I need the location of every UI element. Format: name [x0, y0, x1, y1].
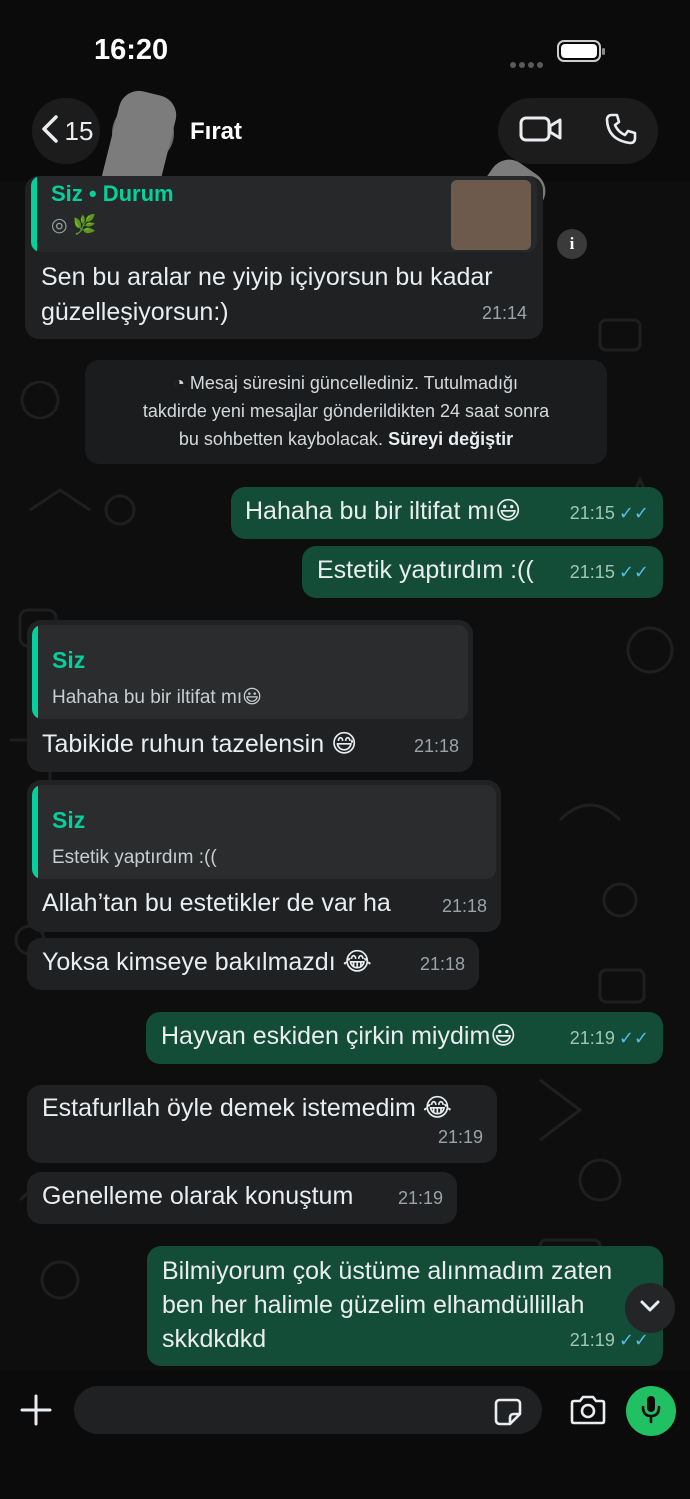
- read-receipt-icon: ✓✓: [618, 1028, 649, 1048]
- message-text: Hayvan eskiden çirkin miydim😃: [161, 1022, 517, 1050]
- message-time: 21:19: [397, 1188, 443, 1208]
- back-button[interactable]: 15: [32, 98, 100, 164]
- microphone-button[interactable]: [626, 1386, 676, 1436]
- quoted-text: Estetik yaptırdım :((: [52, 847, 217, 868]
- message-bubble[interactable]: Bilmiyorum çok üstüme alınmadım zaten be…: [147, 1246, 663, 1366]
- status-thumbnail: [451, 180, 531, 250]
- message-time: 21:18: [441, 896, 487, 916]
- message-time: 21:15 ✓✓: [570, 555, 649, 590]
- quoted-sender: Siz: [52, 647, 86, 673]
- message-text: Yoksa kimseye bakılmazdı 😂: [42, 948, 372, 976]
- status-time: 16:20: [94, 34, 169, 66]
- message-bubble[interactable]: Estetik yaptırdım :(( 21:15 ✓✓: [302, 546, 663, 598]
- message-text: Estafurllah öyle demek istemedim 😂: [42, 1094, 452, 1122]
- message-time: 21:19 ✓✓: [570, 1021, 649, 1056]
- message-text: Estetik yaptırdım :((: [317, 556, 534, 584]
- message-bubble[interactable]: Siz Estetik yaptırdım :(( Allah’tan bu e…: [27, 780, 501, 932]
- signal-icon: [510, 55, 546, 73]
- contact-name[interactable]: Fırat: [190, 118, 242, 146]
- disappearing-messages-notice: ◔ Mesaj süresini güncellediniz. Tutulmad…: [85, 360, 607, 464]
- video-camera-icon[interactable]: [519, 114, 563, 149]
- read-receipt-icon: ✓✓: [618, 503, 649, 523]
- quoted-text: Hahaha bu bir iltifat mı😃: [52, 687, 262, 708]
- chevron-down-icon: [639, 1299, 661, 1318]
- unread-count: 15: [64, 115, 94, 146]
- message-time: 21:18: [419, 954, 465, 974]
- message-text: Bilmiyorum çok üstüme alınmadım zaten: [162, 1257, 613, 1285]
- timer-icon: ◔: [173, 373, 190, 393]
- message-time: 21:19: [437, 1127, 483, 1147]
- message-time: 21:14: [481, 303, 527, 323]
- message-text: Genelleme olarak konuştum: [42, 1182, 354, 1210]
- quoted-status-emojis: ◎ 🌿: [51, 215, 97, 236]
- sticker-icon[interactable]: [492, 1396, 524, 1433]
- microphone-icon: [640, 1394, 662, 1429]
- message-text: ben her halimle güzelim elhamdüllillah: [162, 1291, 585, 1319]
- composer-bar: [0, 1370, 690, 1499]
- message-text: Tabikide ruhun tazelensin 😅: [42, 730, 358, 758]
- message-bubble[interactable]: Genelleme olarak konuştum 21:19: [27, 1172, 457, 1224]
- message-bubble[interactable]: Estafurllah öyle demek istemedim 😂 21:19: [27, 1085, 497, 1163]
- quoted-message[interactable]: Siz Estetik yaptırdım :((: [32, 785, 496, 879]
- scroll-to-bottom-button[interactable]: [625, 1283, 675, 1333]
- message-text: güzelleşiyorsun:): [41, 298, 229, 326]
- chevron-left-icon: [39, 114, 61, 149]
- change-duration-link[interactable]: Süreyi değiştir: [388, 429, 513, 449]
- phone-icon[interactable]: [604, 112, 638, 151]
- message-time: 21:18: [413, 736, 459, 756]
- camera-icon[interactable]: [568, 1394, 608, 1431]
- read-receipt-icon: ✓✓: [618, 562, 649, 582]
- battery-icon: [557, 40, 605, 62]
- message-text: skkdkdkd: [162, 1325, 267, 1353]
- call-buttons: [498, 98, 658, 164]
- message-bubble[interactable]: Siz Hahaha bu bir iltifat mı😃 Tabikide r…: [27, 620, 473, 772]
- message-input[interactable]: [74, 1386, 542, 1434]
- quoted-sender: Siz • Durum: [51, 181, 174, 206]
- info-icon[interactable]: i: [557, 229, 587, 259]
- message-bubble[interactable]: Hayvan eskiden çirkin miydim😃 21:19 ✓✓: [146, 1012, 663, 1064]
- message-time: 21:15 ✓✓: [570, 496, 649, 531]
- message-bubble[interactable]: Yoksa kimseye bakılmazdı 😂 21:18: [27, 938, 479, 990]
- quoted-message[interactable]: Siz Hahaha bu bir iltifat mı😃: [32, 625, 468, 719]
- message-bubble[interactable]: Hahaha bu bir iltifat mı😃 21:15 ✓✓: [231, 487, 663, 539]
- quoted-status[interactable]: Siz • Durum ◎ 🌿: [31, 176, 537, 252]
- status-bar: 16:20: [0, 0, 690, 90]
- message-text: Sen bu aralar ne yiyip içiyorsun bu kada…: [41, 263, 493, 291]
- message-text: Hahaha bu bir iltifat mı😃: [245, 497, 522, 525]
- message-text: Allah’tan bu estetikler de var ha: [42, 889, 391, 917]
- message-bubble[interactable]: Siz • Durum ◎ 🌿 Sen bu aralar ne yiyip i…: [25, 176, 543, 339]
- quoted-sender: Siz: [52, 807, 86, 833]
- plus-icon[interactable]: [18, 1392, 54, 1433]
